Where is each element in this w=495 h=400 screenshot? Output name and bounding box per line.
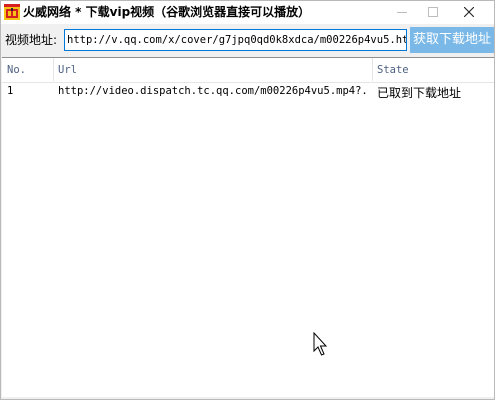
fetch-download-url-button[interactable]: 获取下载地址 bbox=[410, 27, 494, 53]
window-title: 火威网络 * 下载vip视频（谷歌浏览器直接可以播放） bbox=[23, 5, 311, 19]
mouse-pointer-icon bbox=[313, 331, 329, 358]
url-input[interactable]: http://v.qq.com/x/cover/g7jpq0qd0k8xdca/… bbox=[64, 29, 407, 51]
title-bar[interactable]: 火威网络 * 下载vip视频（谷歌浏览器直接可以播放） bbox=[1, 1, 494, 24]
url-label: 视频地址: bbox=[5, 33, 58, 47]
row-number: 1 bbox=[7, 85, 14, 97]
results-listview[interactable]: No. Url State 1 http://video.dispatch.tc… bbox=[2, 57, 494, 397]
row-url: http://video.dispatch.tc.qq.com/m00226p4… bbox=[58, 85, 370, 97]
table-row[interactable]: 1 http://video.dispatch.tc.qq.com/m00226… bbox=[2, 82, 494, 102]
app-logo-icon bbox=[4, 4, 20, 20]
column-divider[interactable] bbox=[53, 58, 54, 81]
row-state: 已取到下载地址 bbox=[377, 86, 462, 100]
listview-header: No. Url State bbox=[2, 58, 494, 83]
column-divider[interactable] bbox=[372, 58, 373, 81]
app-window: 火威网络 * 下载vip视频（谷歌浏览器直接可以播放） 视频地址: http:/… bbox=[0, 0, 495, 400]
column-header-no[interactable]: No. bbox=[7, 64, 26, 76]
maximize-icon[interactable] bbox=[417, 1, 449, 23]
minimize-icon[interactable] bbox=[386, 1, 418, 23]
close-icon[interactable] bbox=[453, 1, 485, 23]
column-header-url[interactable]: Url bbox=[58, 64, 77, 76]
column-header-state[interactable]: State bbox=[377, 64, 409, 76]
